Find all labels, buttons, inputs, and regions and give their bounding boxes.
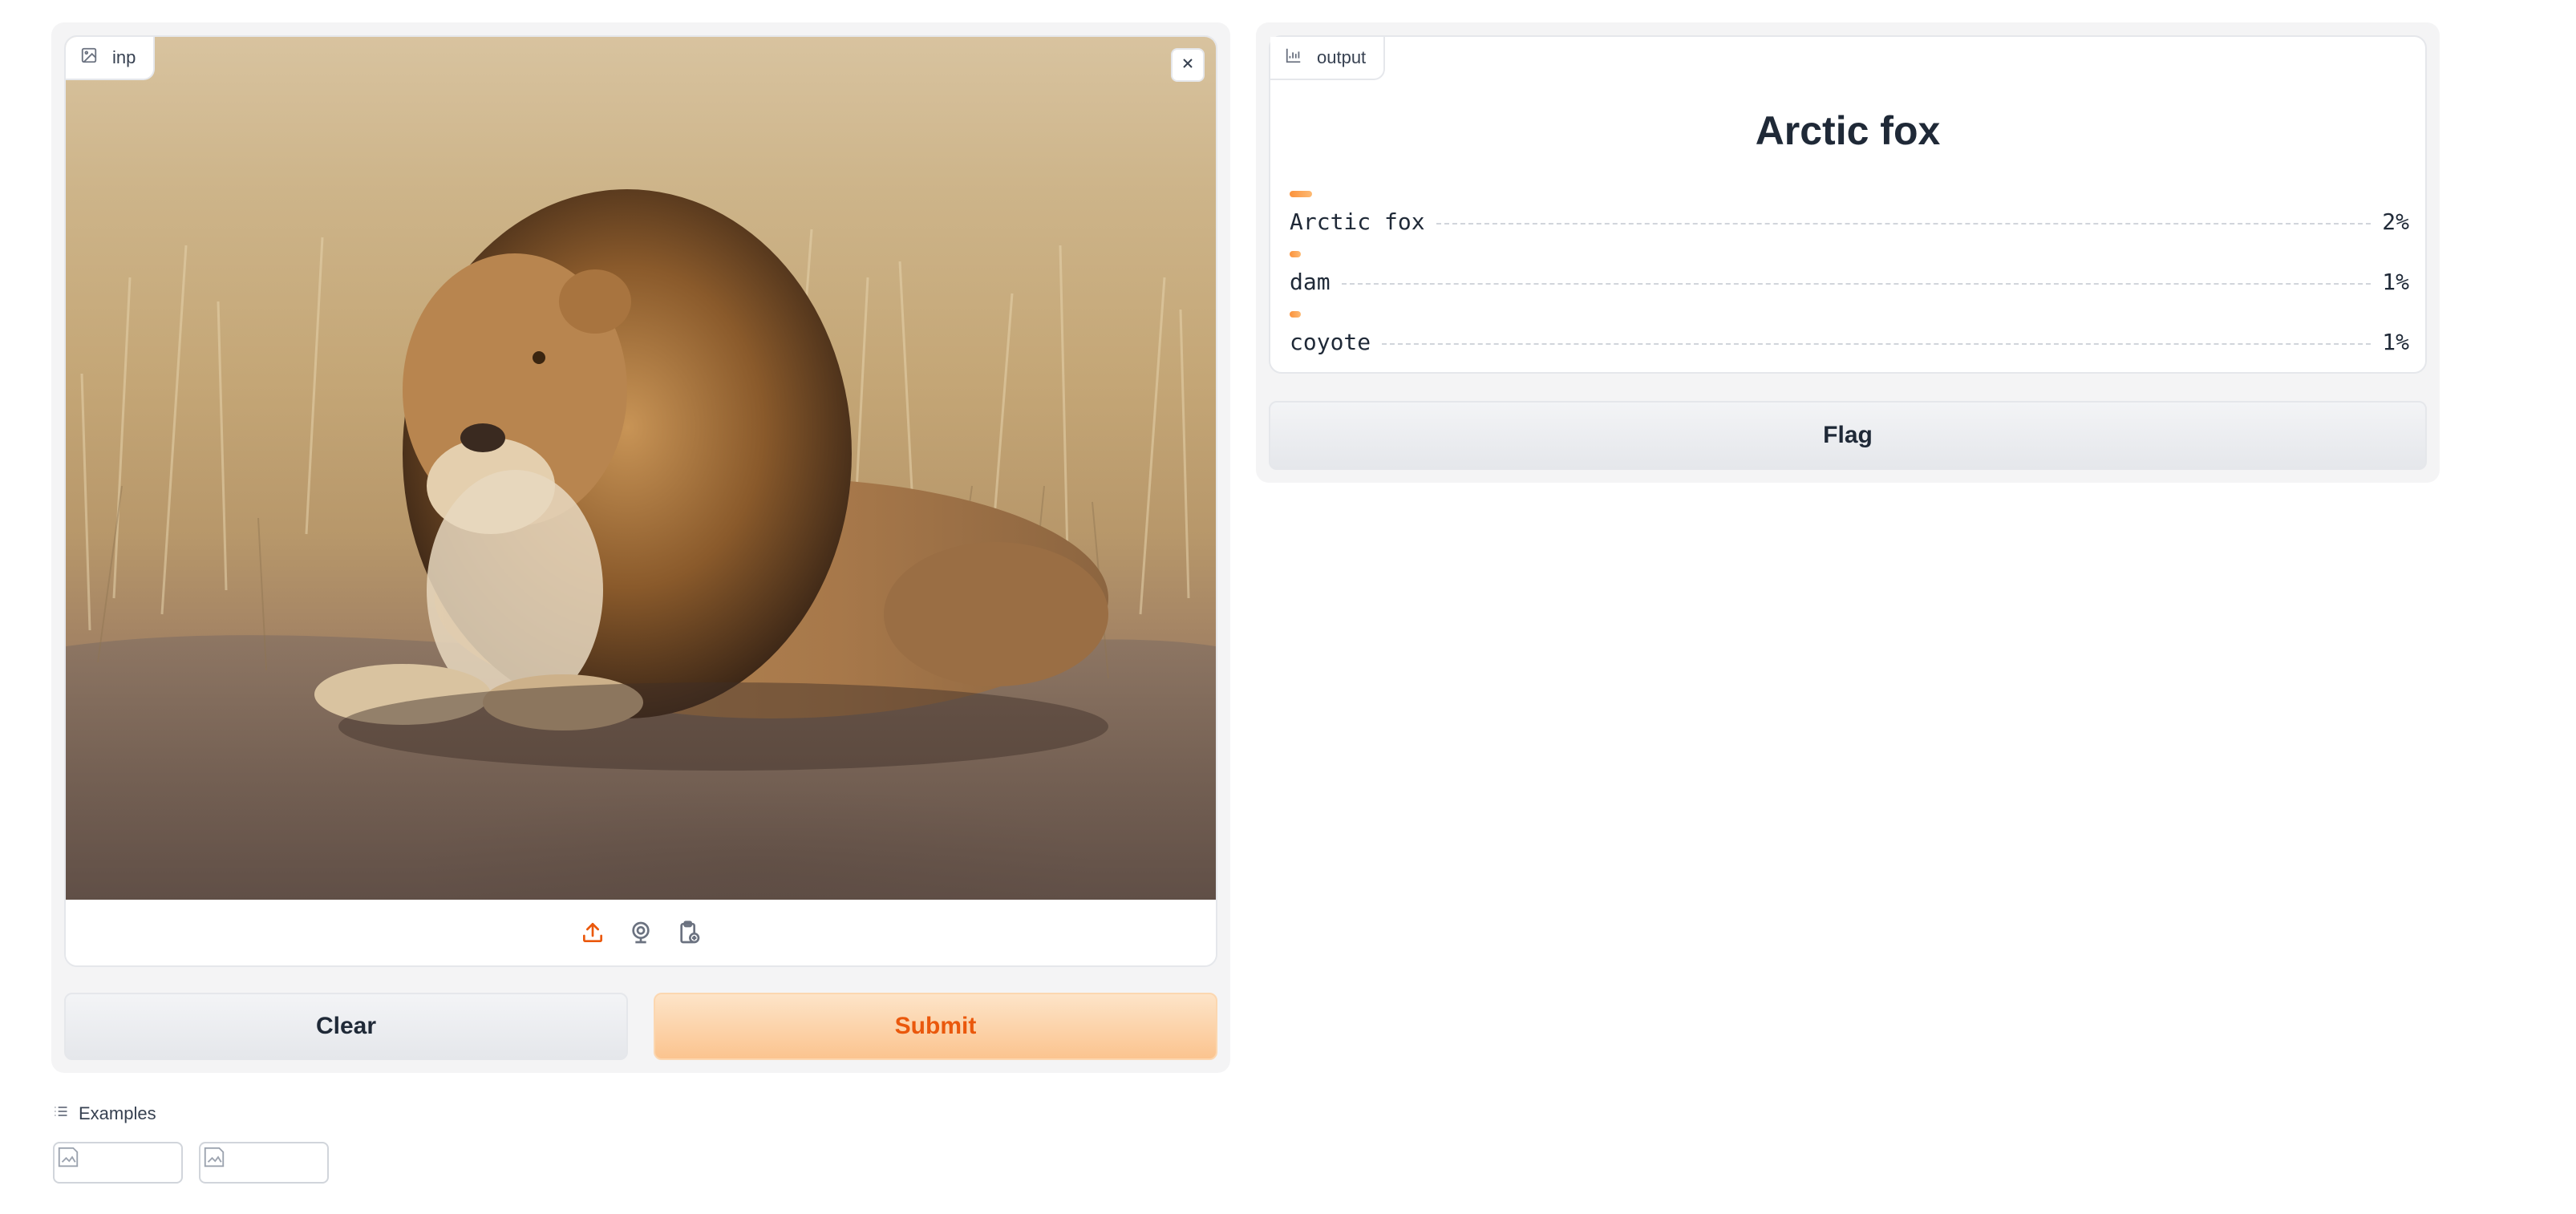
label-output: output Arctic fox Arctic fox 2% dam 1% c… xyxy=(1269,35,2427,374)
image-input[interactable]: inp xyxy=(64,35,1217,967)
close-icon xyxy=(1180,55,1196,75)
lion-photo xyxy=(66,189,1216,900)
flag-button[interactable]: Flag xyxy=(1269,401,2427,470)
list-icon xyxy=(53,1103,69,1124)
image-source-toolbar xyxy=(66,900,1216,965)
examples-header: Examples xyxy=(53,1103,156,1124)
dotted-leader xyxy=(1341,283,2371,285)
dotted-leader xyxy=(1382,343,2371,345)
predicted-label: Arctic fox xyxy=(1755,108,1941,153)
submit-button[interactable]: Submit xyxy=(654,993,1217,1060)
examples-title: Examples xyxy=(79,1103,156,1123)
upload-icon[interactable] xyxy=(579,919,606,946)
output-panel: output Arctic fox Arctic fox 2% dam 1% c… xyxy=(1256,22,2440,483)
input-label: inp xyxy=(66,37,156,80)
confidence-label: dam xyxy=(1290,269,1331,295)
clear-button[interactable]: Clear xyxy=(64,993,628,1060)
confidence-value: 1% xyxy=(2382,269,2409,295)
confidence-list: Arctic fox 2% dam 1% coyote 1% xyxy=(1290,191,2409,371)
output-label-text: output xyxy=(1317,47,1367,67)
bar-chart-icon xyxy=(1285,47,1302,69)
input-label-text: inp xyxy=(112,47,136,67)
confidence-bar xyxy=(1290,251,1301,257)
broken-image-icon xyxy=(204,1147,225,1167)
example-thumbnail[interactable] xyxy=(199,1142,329,1184)
confidence-label: coyote xyxy=(1290,329,1371,355)
clear-image-button[interactable] xyxy=(1171,48,1205,82)
broken-image-icon xyxy=(58,1147,79,1167)
action-buttons: Clear Submit xyxy=(64,993,1217,1060)
webcam-icon[interactable] xyxy=(627,919,654,946)
examples-gallery xyxy=(53,1142,329,1184)
confidence-label: Arctic fox xyxy=(1290,208,1425,235)
input-panel: inp Clear Submit xyxy=(51,22,1230,1073)
confidence-value: 2% xyxy=(2382,208,2409,235)
confidence-row[interactable]: dam 1% xyxy=(1290,251,2409,311)
confidence-bar xyxy=(1290,191,1312,197)
clipboard-icon[interactable] xyxy=(675,919,703,946)
dotted-leader xyxy=(1436,223,2371,225)
confidence-row[interactable]: Arctic fox 2% xyxy=(1290,191,2409,251)
example-thumbnail[interactable] xyxy=(53,1142,183,1184)
image-icon xyxy=(80,47,98,69)
confidence-row[interactable]: coyote 1% xyxy=(1290,311,2409,371)
confidence-bar xyxy=(1290,311,1301,318)
output-label: output xyxy=(1270,37,1386,80)
uploaded-image xyxy=(66,37,1216,900)
confidence-value: 1% xyxy=(2382,329,2409,355)
